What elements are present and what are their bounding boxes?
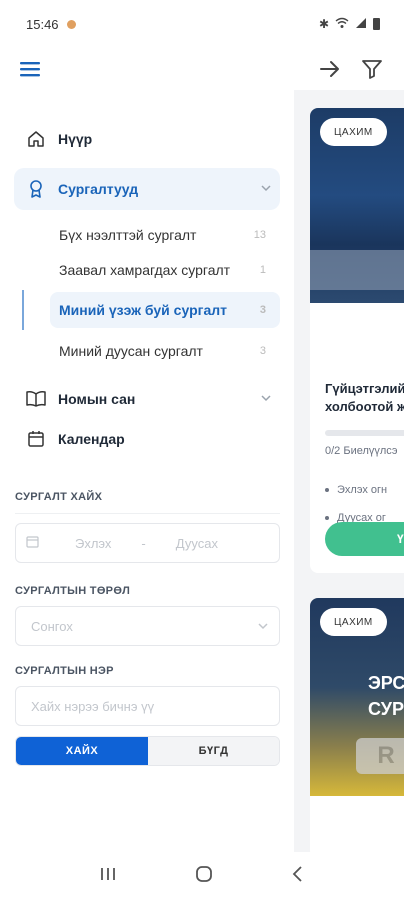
navigation-drawer: Нүүр Сургалтууд Бүх нээлттэй сургалт 13 … (0, 90, 294, 852)
course-type-label: СУРГАЛТЫН ТӨРӨЛ (15, 585, 131, 597)
thumbnail-text-line: ЭРС (368, 673, 404, 693)
divider (15, 513, 280, 514)
clear-button[interactable]: БҮГД (148, 737, 279, 765)
course-title-line: Гүйцэтгэлий (325, 381, 404, 396)
status-time: 15:46 (26, 16, 59, 32)
sub-item-count: 13 (253, 229, 266, 241)
sub-item-count: 1 (259, 264, 266, 276)
award-icon (26, 179, 46, 199)
date-separator: - (141, 535, 146, 551)
sub-item-my-finished-courses[interactable]: Миний дуусан сургалт 3 (50, 333, 280, 369)
search-section-label: СУРГАЛТ ХАЙХ (15, 491, 103, 503)
course-tag: ЦАХИМ (320, 118, 387, 146)
sub-item-label: Заавал хамрагдах сургалт (59, 262, 231, 278)
sub-item-mandatory-courses[interactable]: Заавал хамрагдах сургалт 1 (50, 252, 280, 288)
nav-item-label: Сургалтууд (58, 181, 139, 197)
chevron-down-icon (257, 620, 269, 635)
sub-item-count: 3 (259, 304, 266, 316)
nav-item-home[interactable]: Нүүр (14, 118, 280, 160)
home-icon (26, 129, 46, 149)
course-tag: ЦАХИМ (320, 608, 387, 636)
nav-item-calendar[interactable]: Календар (14, 418, 280, 460)
nav-item-label: Нүүр (58, 131, 93, 147)
app-bar (0, 48, 404, 90)
end-date-input[interactable]: Дуусах (176, 536, 218, 551)
search-button[interactable]: ХАЙХ (16, 737, 148, 765)
thumbnail-badge: R (356, 738, 404, 774)
wifi-icon (335, 17, 349, 32)
system-nav-bar (0, 852, 404, 900)
course-name-input[interactable]: Хайх нэрээ бичнэ үү (15, 686, 280, 726)
course-action-button[interactable]: Ү (325, 522, 404, 556)
sub-item-count: 3 (259, 345, 266, 357)
active-indicator (22, 290, 24, 330)
start-date-input[interactable]: Эхлэх (75, 536, 111, 551)
calendar-icon (26, 429, 46, 449)
nav-item-courses[interactable]: Сургалтууд (14, 168, 280, 210)
bullet-text: Эхлэх огн (337, 484, 388, 496)
sub-item-my-in-progress-courses[interactable]: Миний үзэж буй сургалт 3 (50, 292, 280, 328)
hamburger-icon[interactable] (18, 57, 42, 81)
search-actions: ХАЙХ БҮГД (15, 736, 280, 766)
recent-apps-icon[interactable] (99, 866, 117, 887)
back-icon[interactable] (291, 865, 305, 888)
course-type-select[interactable]: Сонгох (15, 606, 280, 646)
course-name-label: СУРГАЛТЫН НЭР (15, 665, 114, 677)
date-range-field[interactable]: Эхлэх - Дуусах (15, 523, 280, 563)
book-icon (26, 389, 46, 409)
sub-item-label: Бүх нээлттэй сургалт (59, 227, 197, 243)
arrow-right-icon[interactable] (318, 57, 342, 81)
sub-item-label: Миний дуусан сургалт (59, 343, 203, 359)
home-button-icon[interactable] (195, 865, 213, 888)
thumbnail-text: ЭРС СУР (368, 670, 404, 722)
nav-item-label: Календар (58, 431, 125, 447)
status-bar: 15:46 ✱ (0, 0, 404, 48)
thumbnail-text-line: СУР (368, 699, 404, 719)
nav-item-label: Номын сан (58, 391, 136, 407)
signal-icon (355, 17, 367, 32)
progress-text: 0/2 Биелүүлсэ (325, 445, 398, 457)
course-type-placeholder: Сонгох (31, 618, 73, 634)
sub-item-all-open-courses[interactable]: Бүх нээлттэй сургалт 13 (50, 217, 280, 253)
notification-icon (66, 19, 76, 29)
calendar-icon (26, 535, 39, 551)
course-title: Гүйцэтгэлий холбоотой ж (325, 380, 404, 416)
filter-icon[interactable] (360, 57, 384, 81)
sub-item-label: Миний үзэж буй сургалт (59, 302, 227, 318)
course-card[interactable]: ЦАХИМ ЭРС СУР R (310, 598, 404, 852)
course-list: ЦАХИМ Гүйцэтгэлий холбоотой ж 0/2 Биелүү… (294, 90, 404, 852)
chevron-down-icon (260, 181, 272, 197)
course-card[interactable]: ЦАХИМ Гүйцэтгэлий холбоотой ж 0/2 Биелүү… (310, 108, 404, 573)
progress-bar (325, 430, 404, 436)
start-date-info: Эхлэх огн (325, 484, 387, 496)
chevron-down-icon (260, 391, 272, 407)
course-title-line: холбоотой ж (325, 399, 404, 414)
bluetooth-icon: ✱ (318, 17, 329, 31)
course-name-placeholder: Хайх нэрээ бичнэ үү (31, 698, 155, 714)
battery-icon (373, 18, 380, 30)
nav-item-library[interactable]: Номын сан (14, 378, 280, 420)
